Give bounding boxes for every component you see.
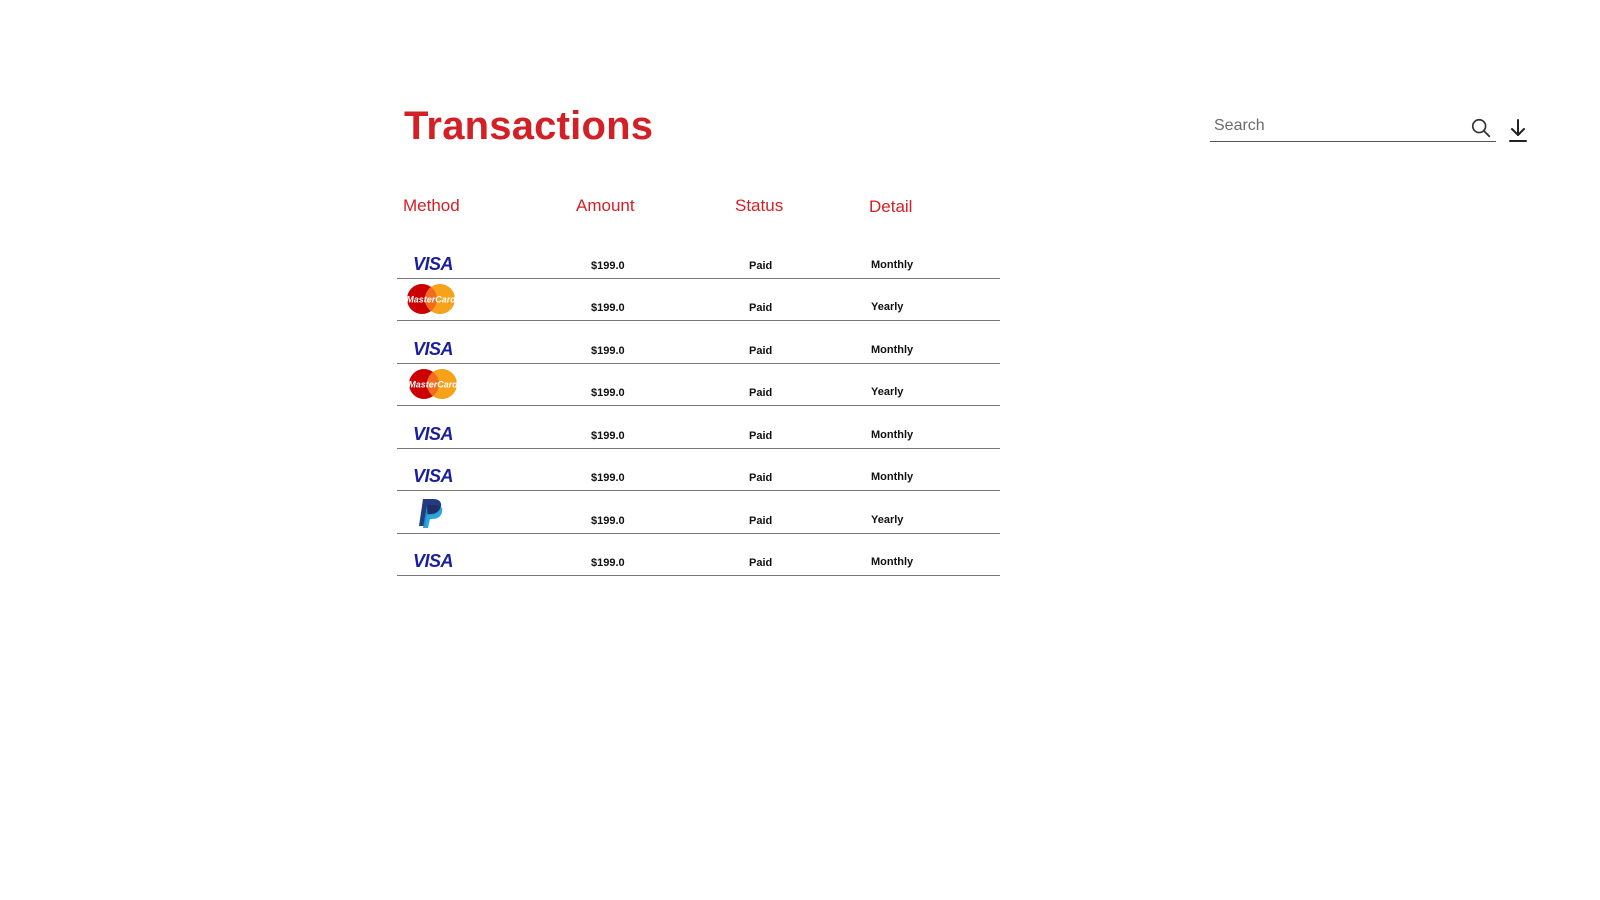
status-cell: Paid [749, 557, 773, 569]
status-cell: Paid [749, 514, 773, 527]
amount-cell: $199.0 [591, 557, 625, 569]
column-header-method[interactable]: Method [403, 196, 460, 216]
detail-cell: Monthly [871, 471, 914, 483]
search-input[interactable] [1214, 115, 1464, 137]
detail-cell: Monthly [871, 343, 914, 356]
visa-logo-icon: VISA [413, 423, 454, 444]
table-row[interactable]: VISA $199.0 Paid Monthly [397, 534, 1000, 576]
detail-cell: Monthly [871, 428, 914, 441]
status-cell: Paid [749, 302, 773, 314]
detail-cell: Monthly [871, 556, 914, 568]
detail-cell: Yearly [871, 386, 904, 398]
status-cell: Paid [749, 387, 773, 399]
detail-cell: Monthly [871, 258, 914, 271]
mastercard-logo-icon: MasterCard [406, 284, 456, 314]
search-bar[interactable] [1210, 113, 1496, 142]
table-row[interactable]: VISA $199.0 Paid Monthly [397, 236, 1000, 279]
amount-cell: $199.0 [591, 259, 625, 272]
paypal-logo-icon [419, 498, 443, 528]
column-header-detail[interactable]: Detail [869, 197, 912, 217]
mastercard-logo-icon: MasterCard [408, 369, 458, 399]
table-row[interactable]: MasterCard $199.0 Paid Yearly [397, 364, 1000, 406]
column-header-amount[interactable]: Amount [576, 196, 635, 216]
detail-cell: Yearly [871, 301, 904, 313]
status-cell: Paid [749, 344, 773, 357]
amount-cell: $199.0 [591, 429, 625, 442]
download-icon[interactable] [1506, 118, 1530, 144]
amount-cell: $199.0 [591, 344, 625, 357]
amount-cell: $199.0 [591, 472, 625, 484]
amount-cell: $199.0 [591, 387, 625, 399]
amount-cell: $199.0 [591, 302, 625, 314]
table-row[interactable]: VISA $199.0 Paid Monthly [397, 406, 1000, 449]
status-cell: Paid [749, 429, 773, 442]
table-body: VISA $199.0 Paid Monthly MasterCard $199… [397, 236, 1000, 576]
svg-text:MasterCard: MasterCard [406, 295, 456, 305]
table-row[interactable]: VISA $199.0 Paid Monthly [397, 321, 1000, 364]
visa-logo-icon: VISA [413, 466, 454, 486]
page-title: Transactions [404, 104, 654, 148]
amount-cell: $199.0 [591, 514, 625, 527]
table-row[interactable]: VISA $199.0 Paid Monthly [397, 449, 1000, 491]
table-row[interactable]: MasterCard $199.0 Paid Yearly [397, 279, 1000, 321]
status-cell: Paid [749, 472, 773, 484]
search-icon[interactable] [1470, 117, 1492, 139]
status-cell: Paid [749, 259, 773, 272]
transactions-page: Transactions Method Amount Status Detail… [0, 0, 1600, 900]
table-row[interactable]: $199.0 Paid Yearly [397, 491, 1000, 534]
detail-cell: Yearly [871, 513, 904, 526]
visa-logo-icon: VISA [413, 338, 454, 359]
visa-logo-icon: VISA [413, 551, 454, 571]
svg-text:MasterCard: MasterCard [408, 380, 458, 390]
column-header-status[interactable]: Status [735, 196, 783, 216]
visa-logo-icon: VISA [413, 253, 454, 274]
